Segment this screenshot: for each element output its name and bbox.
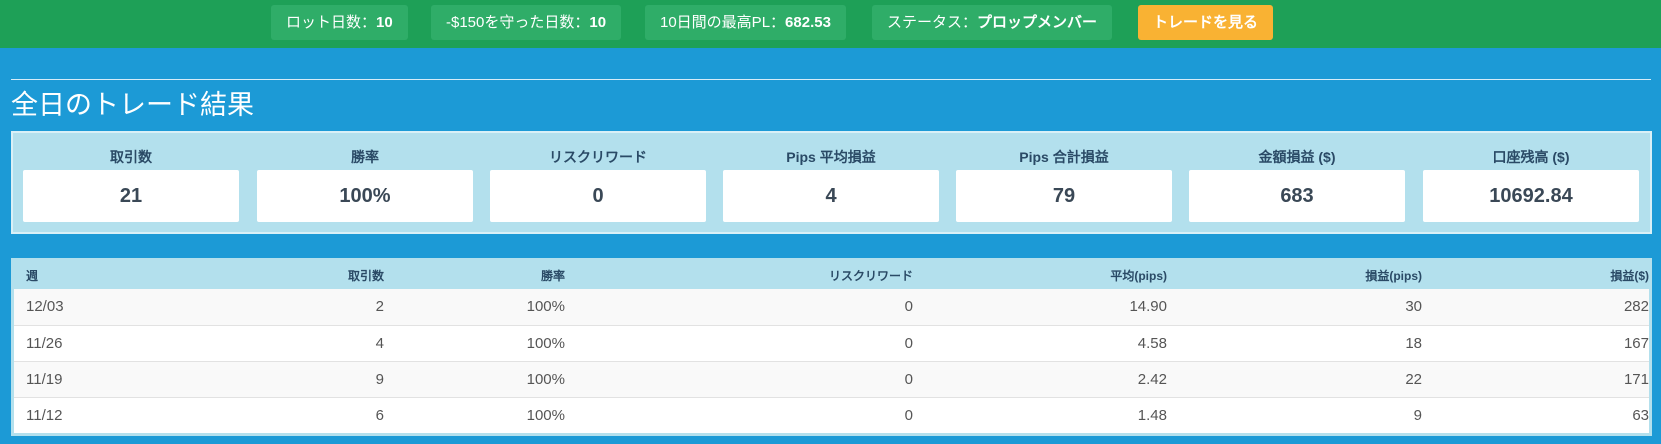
lot-days-badge: ロット日数：10 bbox=[271, 5, 408, 40]
stat-avg-pips: Pips 平均損益 4 bbox=[723, 133, 939, 232]
stat-label: Pips 平均損益 bbox=[786, 149, 876, 165]
best-pl-value: 682.53 bbox=[785, 14, 831, 31]
stat-label: 口座残高 ($) bbox=[1492, 149, 1570, 165]
table-row: 12/03 2 100% 0 14.90 30 282 bbox=[14, 289, 1649, 325]
stat-balance: 口座残高 ($) 10692.84 bbox=[1423, 133, 1639, 232]
cell-avg-pips: 4.58 bbox=[913, 324, 1167, 361]
cell-pl-dollars: 282 bbox=[1623, 298, 1649, 316]
stat-total-pips: Pips 合計損益 79 bbox=[956, 133, 1172, 232]
stat-label: 金額損益 ($) bbox=[1258, 149, 1336, 165]
stat-value: 683 bbox=[1189, 170, 1405, 222]
cell-pl-pips: 9 bbox=[1167, 396, 1422, 433]
weekly-results-panel: 週 取引数 勝率 リスクリワード 平均(pips) 損益(pips) 損益($)… bbox=[11, 258, 1652, 436]
stat-risk-reward: リスクリワード 0 bbox=[490, 133, 706, 232]
stat-value: 79 bbox=[956, 170, 1172, 222]
cell-week: 12/03 bbox=[26, 298, 64, 316]
stat-label: リスクリワード bbox=[549, 149, 647, 165]
cell-trades: 6 bbox=[154, 396, 384, 433]
table-row: 11/19 9 100% 0 2.42 22 171 bbox=[14, 360, 1649, 397]
cell-week: 11/26 bbox=[14, 324, 154, 361]
cell-win-rate: 100% bbox=[384, 396, 565, 433]
cell-pl-pips: 18 bbox=[1167, 324, 1422, 361]
kept-days-badge: -$150を守った日数：10 bbox=[431, 5, 622, 40]
stat-value: 21 bbox=[23, 170, 239, 222]
stat-label: 勝率 bbox=[351, 149, 379, 165]
kept-days-label: -$150を守った日数： bbox=[446, 14, 590, 31]
best-pl-label: 10日間の最高PL： bbox=[660, 14, 786, 31]
summary-stats-panel: 取引数 21 勝率 100% リスクリワード 0 Pips 平均損益 4 Pip… bbox=[11, 131, 1652, 234]
stat-value: 10692.84 bbox=[1423, 170, 1639, 222]
cell-pl-pips: 22 bbox=[1167, 360, 1422, 397]
cell-win-rate: 100% bbox=[384, 324, 565, 361]
best-pl-badge: 10日間の最高PL：682.53 bbox=[645, 5, 846, 40]
cell-avg-pips: 2.42 bbox=[913, 360, 1167, 397]
cell-pl-dollars: 171 bbox=[1422, 360, 1649, 397]
cell-risk-reward: 0 bbox=[565, 360, 913, 397]
lot-days-label: ロット日数： bbox=[286, 14, 377, 31]
status-badge: ステータス：プロップメンバー bbox=[872, 5, 1113, 40]
cell-pl-dollars: 167 bbox=[1422, 324, 1649, 361]
cell-trades: 4 bbox=[154, 324, 384, 361]
view-trades-button[interactable]: トレードを見る bbox=[1138, 5, 1274, 40]
page-title: 全日のトレード結果 bbox=[11, 90, 254, 120]
cell-risk-reward: 0 bbox=[565, 396, 913, 433]
stat-value: 0 bbox=[490, 170, 706, 222]
cell-pl-pips: 30 bbox=[1405, 298, 1422, 316]
cell-trades: 2 bbox=[375, 298, 384, 316]
stat-trades: 取引数 21 bbox=[23, 133, 239, 232]
stat-label: Pips 合計損益 bbox=[1019, 149, 1109, 165]
cell-avg-pips: 14.90 bbox=[1129, 298, 1167, 316]
stat-value: 4 bbox=[723, 170, 939, 222]
col-win-rate: 勝率 bbox=[540, 268, 565, 283]
stat-label: 取引数 bbox=[110, 149, 152, 165]
stat-amount-pl: 金額損益 ($) 683 bbox=[1189, 133, 1405, 232]
cell-week: 11/19 bbox=[14, 360, 154, 397]
col-week: 週 bbox=[26, 268, 39, 283]
cell-week: 11/12 bbox=[14, 396, 154, 433]
col-pl-dollars: 損益($) bbox=[1610, 268, 1649, 283]
cell-risk-reward: 0 bbox=[904, 298, 913, 316]
status-value: プロップメンバー bbox=[977, 14, 1098, 31]
top-status-bar: ロット日数：10 -$150を守った日数：10 10日間の最高PL：682.53… bbox=[0, 0, 1661, 48]
col-risk-reward: リスクリワード bbox=[828, 268, 913, 283]
cell-trades: 9 bbox=[154, 360, 384, 397]
cell-pl-dollars: 63 bbox=[1422, 396, 1649, 433]
cell-avg-pips: 1.48 bbox=[913, 396, 1167, 433]
cell-risk-reward: 0 bbox=[565, 324, 913, 361]
col-trades: 取引数 bbox=[347, 268, 384, 283]
title-divider bbox=[11, 79, 1651, 80]
kept-days-value: 10 bbox=[589, 14, 607, 31]
col-pl-pips: 損益(pips) bbox=[1365, 268, 1422, 283]
weekly-results-table: 週 取引数 勝率 リスクリワード 平均(pips) 損益(pips) 損益($)… bbox=[14, 261, 1649, 433]
lot-days-value: 10 bbox=[376, 14, 393, 31]
stat-win-rate: 勝率 100% bbox=[257, 133, 473, 232]
table-row: 11/12 6 100% 0 1.48 9 63 bbox=[14, 396, 1649, 433]
table-row: 11/26 4 100% 0 4.58 18 167 bbox=[14, 324, 1649, 361]
stat-value: 100% bbox=[257, 170, 473, 222]
cell-win-rate: 100% bbox=[384, 360, 565, 397]
col-avg-pips: 平均(pips) bbox=[1110, 268, 1167, 283]
status-label: ステータス： bbox=[887, 14, 978, 31]
cell-win-rate: 100% bbox=[526, 298, 565, 316]
table-header-row: 週 取引数 勝率 リスクリワード 平均(pips) 損益(pips) 損益($) bbox=[14, 261, 1649, 289]
